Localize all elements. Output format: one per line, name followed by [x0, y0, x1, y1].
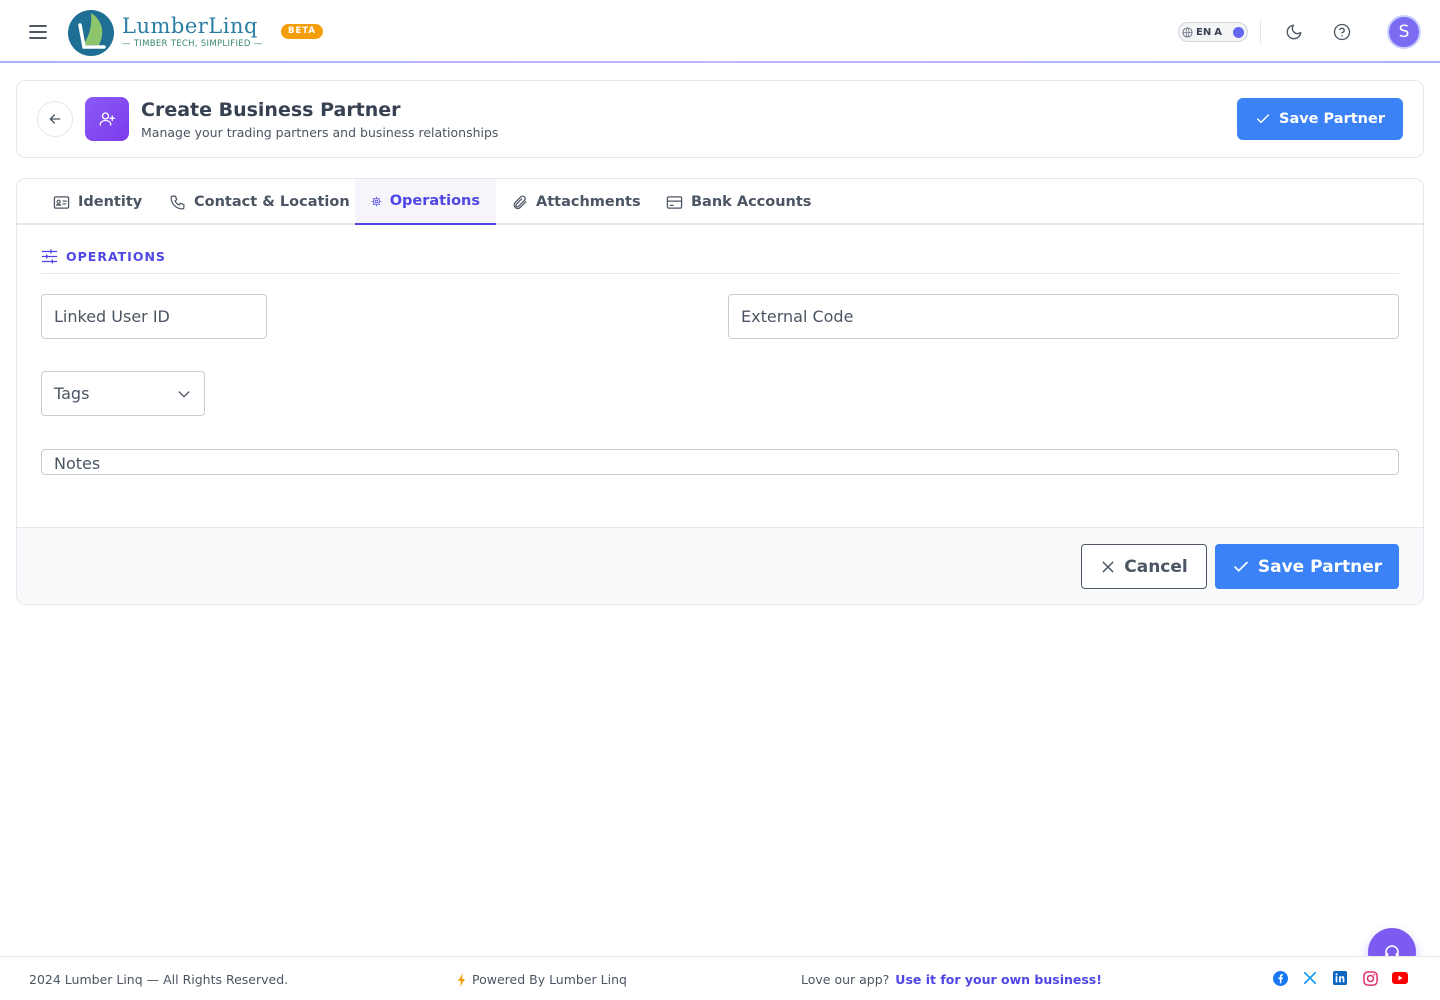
close-icon	[1102, 561, 1114, 572]
save-partner-label: Save Partner	[1279, 111, 1385, 127]
moon-icon[interactable]	[1280, 18, 1308, 46]
sliders-icon	[41, 249, 58, 264]
globe-icon	[1182, 26, 1193, 38]
youtube-icon[interactable]	[1392, 970, 1408, 986]
save-partner-bottom-button[interactable]: Save Partner	[1215, 544, 1399, 589]
tab-bar: Identity Contact & Location Operations A…	[17, 179, 1423, 225]
external-code-input[interactable]	[728, 294, 1399, 339]
linked-user-id-input[interactable]	[41, 294, 267, 339]
back-button[interactable]	[37, 101, 73, 137]
page-title: Create Business Partner	[141, 99, 401, 121]
page-subtitle: Manage your trading partners and busines…	[141, 125, 499, 140]
menu-icon[interactable]	[24, 18, 52, 46]
powered-text: Powered By Lumber Linq	[472, 972, 627, 987]
phone-icon	[170, 195, 185, 209]
arrow-left-icon	[49, 114, 61, 124]
top-bar: LumberLinq — TIMBER TECH, SIMPLIFIED — B…	[0, 0, 1440, 63]
form-actions-bar: Cancel Save Partner	[17, 527, 1423, 604]
bolt-icon	[458, 972, 465, 987]
instagram-icon[interactable]	[1362, 970, 1378, 986]
promo-text: Love our app? Use it for your own busine…	[801, 972, 1102, 987]
copyright-text: 2024 Lumber Linq — All Rights Reserved.	[29, 972, 289, 987]
tab-label: Bank Accounts	[691, 194, 812, 210]
powered-by: Powered By Lumber Linq	[457, 972, 627, 987]
tags-label: Tags	[54, 384, 90, 403]
tab-attachments[interactable]: Attachments	[495, 179, 657, 225]
user-plus-icon	[85, 97, 129, 141]
tab-bank-accounts[interactable]: Bank Accounts	[650, 179, 827, 225]
avatar[interactable]: S	[1387, 15, 1421, 49]
tab-label: Attachments	[536, 194, 641, 210]
header-divider	[1260, 20, 1261, 44]
beta-badge: BETA	[281, 24, 324, 39]
linkedin-icon[interactable]	[1332, 970, 1348, 986]
language-code: EN	[1196, 26, 1212, 38]
tab-identity[interactable]: Identity	[37, 179, 158, 225]
x-icon[interactable]	[1302, 970, 1318, 986]
tab-contact-location[interactable]: Contact & Location	[153, 179, 366, 225]
id-card-icon	[53, 195, 70, 209]
toggle-knob	[1233, 26, 1244, 38]
form-card: Identity Contact & Location Operations A…	[16, 178, 1424, 605]
chevron-down-icon	[178, 390, 190, 397]
gear-icon	[371, 196, 382, 206]
page-header-card: Create Business Partner Manage your trad…	[16, 80, 1424, 158]
tab-label: Contact & Location	[194, 194, 350, 210]
cancel-button[interactable]: Cancel	[1081, 544, 1207, 589]
language-alt: A	[1214, 26, 1222, 38]
check-icon	[1234, 561, 1248, 572]
logo-name: LumberLinq	[122, 14, 258, 38]
tags-select[interactable]: Tags	[41, 371, 205, 416]
check-icon	[1256, 114, 1270, 124]
section-title: OPERATIONS	[66, 249, 166, 264]
save-partner-label: Save Partner	[1257, 556, 1383, 577]
social-links	[1272, 970, 1408, 986]
help-circle-icon[interactable]	[1328, 18, 1356, 46]
notes-textarea[interactable]	[41, 449, 1399, 475]
tab-label: Identity	[78, 194, 143, 210]
tab-operations[interactable]: Operations	[355, 179, 496, 225]
page-footer: 2024 Lumber Linq — All Rights Reserved. …	[0, 956, 1440, 1000]
paperclip-icon	[513, 195, 527, 209]
promo-link[interactable]: Use it for your own business!	[895, 972, 1102, 987]
cancel-label: Cancel	[1124, 556, 1188, 577]
language-toggle[interactable]: EN A	[1178, 22, 1248, 42]
tab-label: Operations	[389, 193, 480, 209]
facebook-icon[interactable]	[1272, 970, 1288, 986]
promo-question: Love our app?	[801, 972, 890, 987]
section-header: OPERATIONS	[41, 249, 166, 264]
section-divider	[41, 273, 1399, 274]
logo[interactable]: LumberLinq — TIMBER TECH, SIMPLIFIED —	[66, 7, 266, 57]
credit-card-icon	[666, 195, 683, 209]
save-partner-button[interactable]: Save Partner	[1237, 98, 1403, 140]
logo-tagline: — TIMBER TECH, SIMPLIFIED —	[122, 39, 263, 49]
logo-mark-icon	[68, 10, 114, 56]
